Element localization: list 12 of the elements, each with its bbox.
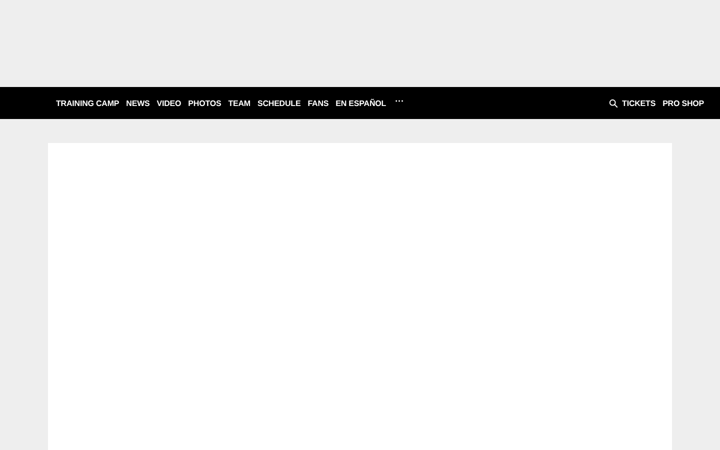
nav-link[interactable]: PHOTOS	[188, 98, 222, 108]
nav-link[interactable]: EN ESPAÑOL	[336, 98, 386, 108]
search-icon[interactable]	[609, 98, 618, 108]
nav-link[interactable]: TEAM	[228, 98, 250, 108]
nav-link[interactable]: TRAINING CAMP	[56, 98, 120, 108]
nav-link[interactable]: VIDEO	[156, 98, 182, 108]
nav-link[interactable]: FANS	[308, 98, 329, 108]
more-menu[interactable]: ···	[395, 96, 404, 106]
nav-link[interactable]: NEWS	[126, 98, 150, 108]
nav-link[interactable]: TICKETS	[622, 98, 656, 108]
nav-link[interactable]: PRO SHOP	[662, 98, 704, 108]
nav-link[interactable]: SCHEDULE	[257, 98, 301, 108]
